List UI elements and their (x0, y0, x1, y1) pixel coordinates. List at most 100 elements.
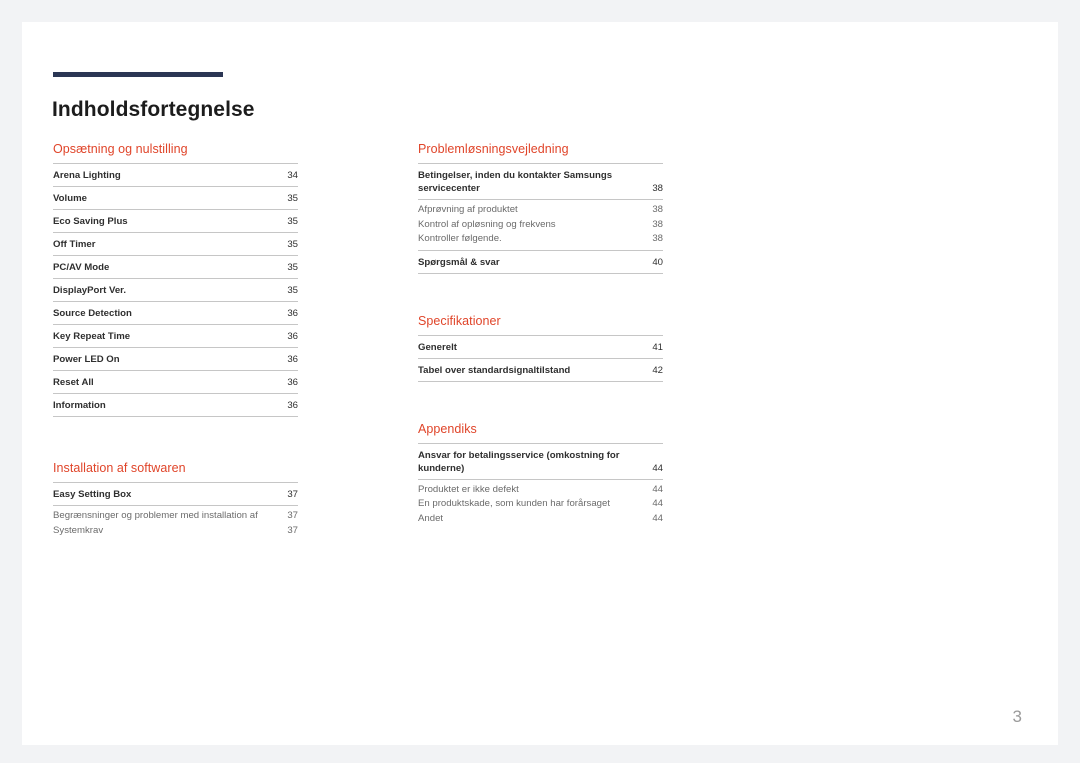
title-rule-decoration (53, 72, 223, 77)
toc-entry-label: Andet (418, 512, 444, 524)
toc-entry-page: 38 (652, 183, 663, 194)
toc-column-left: Opsætning og nulstilling Arena Lighting 34… (53, 142, 298, 541)
toc-entry-page: 35 (287, 285, 298, 296)
toc-entry-page: 44 (652, 512, 663, 524)
toc-section: Appendiks Ansvar for betalingsservice (om… (418, 422, 663, 530)
toc-entry-page: 44 (652, 498, 663, 509)
toc-entry-label: Arena Lighting (53, 170, 121, 181)
toc-subentry[interactable]: Produktet er ikke defekt 44 (418, 483, 663, 498)
toc-entry-page: 44 (652, 483, 663, 495)
toc-entry[interactable]: Generelt 41 (418, 336, 663, 359)
toc-entry-page: 35 (287, 193, 298, 204)
toc-subentry[interactable]: Systemkrav 37 (53, 524, 298, 539)
toc-section: Specifikationer Generelt 41 Tabel over stan… (418, 314, 663, 382)
toc-entry-label: En produktskade, som kunden har forårsag… (418, 498, 610, 509)
toc-entry-list: Betingelser, inden du kontakter Samsungs… (418, 163, 663, 274)
toc-entry[interactable]: Betingelser, inden du kontakter Samsungs… (418, 164, 663, 200)
toc-subentry[interactable]: En produktskade, som kunden har forårsag… (418, 497, 663, 512)
toc-entry-page: 44 (652, 462, 663, 474)
toc-entry-label: PC/AV Mode (53, 262, 110, 273)
toc-subentry[interactable]: Afprøvning af produktet 38 (418, 203, 663, 218)
toc-entry[interactable]: Key Repeat Time 36 (53, 325, 298, 348)
toc-entry-label: Kontrol af opløsning og frekvens (418, 218, 556, 230)
toc-section-heading: Appendiks (418, 421, 477, 436)
toc-entry[interactable]: Reset All 36 (53, 371, 298, 394)
toc-entry[interactable]: Ansvar for betalingsservice (omkostning … (418, 444, 663, 480)
toc-subentry[interactable]: Begrænsninger og problemer med installat… (53, 509, 298, 524)
toc-entry-page: 35 (287, 239, 298, 250)
toc-entry-list: Arena Lighting 34 Volume 35 Eco Saving Plus 3… (53, 163, 298, 417)
toc-section-heading: Specifikationer (418, 313, 501, 328)
toc-entry[interactable]: Easy Setting Box 37 (53, 483, 298, 506)
toc-entry-list: Ansvar for betalingsservice (omkostning … (418, 442, 663, 530)
toc-entry-label: DisplayPort Ver. (53, 285, 127, 296)
toc-entry[interactable]: Power LED On 36 (53, 348, 298, 371)
toc-entry-page: 41 (652, 341, 663, 353)
toc-entry-page: 42 (652, 364, 663, 376)
toc-section: Opsætning og nulstilling Arena Lighting 34… (53, 142, 298, 417)
toc-entry-page: 36 (287, 377, 298, 388)
toc-subentry[interactable]: Kontroller følgende. 38 (418, 232, 663, 247)
toc-section-heading: Opsætning og nulstilling (53, 142, 188, 156)
toc-entry[interactable]: Information 36 (53, 394, 298, 417)
toc-entry-label: Power LED On (53, 354, 120, 365)
toc-entry[interactable]: Tabel over standardsignaltilstand 42 (418, 359, 663, 382)
toc-entry[interactable]: Volume 35 (53, 187, 298, 210)
toc-entry-label: Information (53, 400, 106, 411)
toc-entry-page: 36 (287, 331, 298, 342)
toc-entry-label: Reset All (53, 377, 94, 388)
toc-entry[interactable]: Spørgsmål & svar 40 (418, 251, 663, 274)
toc-entry-label: Spørgsmål & svar (418, 256, 500, 268)
toc-entry-label: Kontroller følgende. (418, 233, 502, 244)
toc-entry-label: Begrænsninger og problemer med installat… (53, 510, 258, 521)
toc-entry-label: Key Repeat Time (53, 331, 131, 342)
toc-entry[interactable]: Eco Saving Plus 35 (53, 210, 298, 233)
toc-entry-page: 34 (287, 170, 298, 181)
toc-entry-page: 35 (287, 216, 298, 227)
toc-entry-label: Ansvar for betalingsservice (omkostning … (418, 449, 620, 474)
document-page: Indholdsfortegnelse Opsætning og nulstil… (22, 22, 1058, 745)
toc-section: Installation af softwaren Easy Setting Bo… (53, 461, 298, 541)
toc-subentry[interactable]: Kontrol af opløsning og frekvens 38 (418, 218, 663, 233)
toc-entry-label: Produktet er ikke defekt (418, 483, 519, 495)
toc-entry-label: Betingelser, inden du kontakter Samsungs… (418, 170, 613, 194)
toc-subentry[interactable]: Andet 44 (418, 512, 663, 527)
toc-entry-page: 40 (652, 256, 663, 268)
toc-section-heading: Installation af softwaren (53, 461, 186, 475)
toc-entry-label: Volume (53, 193, 87, 204)
toc-entry-page: 38 (652, 204, 663, 215)
toc-column-right: Problemløsningsvejledning Betingelser, in… (418, 142, 663, 529)
toc-entry-page: 36 (287, 308, 298, 319)
toc-entry-label: Eco Saving Plus (53, 216, 128, 227)
toc-section: Problemløsningsvejledning Betingelser, in… (418, 142, 663, 274)
toc-entry-label: Generelt (418, 341, 457, 353)
toc-entry[interactable]: Off Timer 35 (53, 233, 298, 256)
toc-entry[interactable]: Arena Lighting 34 (53, 164, 298, 187)
toc-entry-page: 38 (652, 233, 663, 244)
toc-subentry-group: Begrænsninger og problemer med installat… (53, 506, 298, 541)
toc-entry-label: Easy Setting Box (53, 489, 132, 500)
toc-entry-list: Generelt 41 Tabel over standardsignaltilst… (418, 334, 663, 382)
toc-entry-page: 38 (652, 218, 663, 230)
toc-entry-label: Afprøvning af produktet (418, 204, 518, 215)
toc-subentry-group: Afprøvning af produktet 38 Kontrol af oplø… (418, 200, 663, 251)
toc-entry-page: 36 (287, 400, 298, 411)
toc-section-heading: Problemløsningsvejledning (418, 142, 569, 156)
toc-entry[interactable]: DisplayPort Ver. 35 (53, 279, 298, 302)
page-title: Indholdsfortegnelse (52, 98, 255, 122)
toc-entry-page: 36 (287, 354, 298, 365)
page-number: 3 (1012, 707, 1022, 726)
toc-entry-list: Easy Setting Box 37 Begrænsninger og probl… (53, 482, 298, 541)
toc-entry[interactable]: Source Detection 36 (53, 302, 298, 325)
toc-entry-label: Systemkrav (53, 524, 104, 536)
toc-entry-page: 37 (287, 489, 298, 500)
toc-entry-page: 35 (287, 262, 298, 273)
toc-entry[interactable]: PC/AV Mode 35 (53, 256, 298, 279)
toc-entry-page: 37 (287, 510, 298, 521)
toc-subentry-group: Produktet er ikke defekt 44 En produktskad… (418, 480, 663, 530)
toc-entry-label: Tabel over standardsignaltilstand (418, 364, 571, 376)
toc-entry-label: Source Detection (53, 308, 132, 319)
